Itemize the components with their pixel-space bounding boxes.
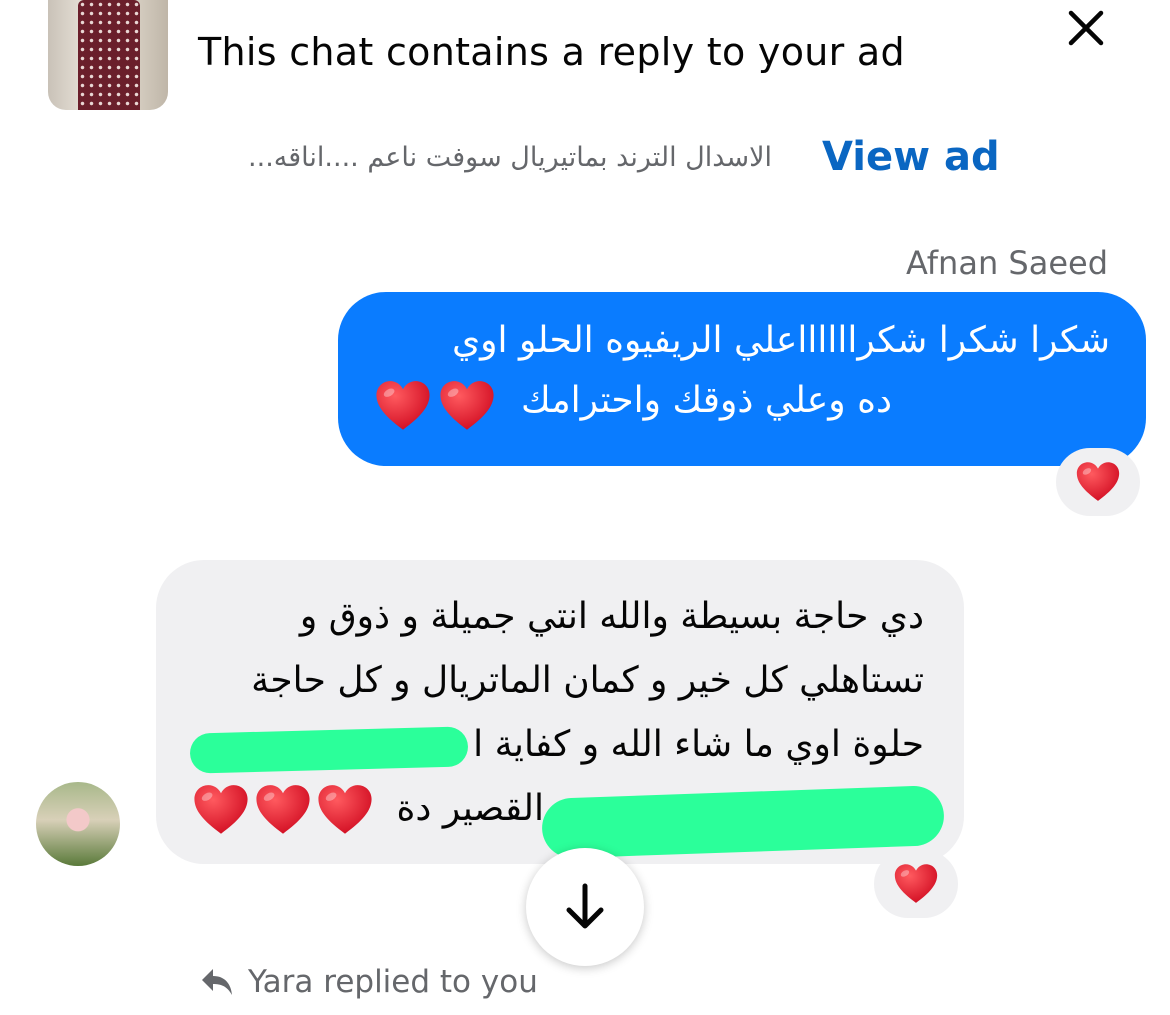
hearts-row: [192, 784, 374, 836]
hearts-row: [374, 380, 496, 432]
close-button[interactable]: [1062, 6, 1110, 50]
reply-icon: [202, 969, 232, 995]
heart-icon: [374, 380, 432, 432]
message-line: ده وعلي ذوقك واحترامك: [521, 380, 892, 421]
ad-description: الاسدال الترند بماتيريال سوفت ناعم ....ا…: [248, 142, 772, 173]
view-ad-link[interactable]: View ad: [822, 134, 1000, 180]
heart-icon: [316, 784, 374, 836]
avatar[interactable]: [36, 782, 120, 866]
message-line: حلوة اوي ما شاء الله و كفاية ا: [473, 724, 924, 765]
heart-icon: [893, 863, 939, 905]
arrow-down-icon: [566, 883, 604, 929]
scroll-to-bottom-button[interactable]: [526, 848, 644, 966]
outgoing-message-bubble[interactable]: شكرا شكرا شكرااااااعلي الريفيوه الحلو او…: [338, 292, 1146, 466]
message-line: تستاهلي كل خير و كمان الماتريال و كل حاج…: [251, 660, 924, 701]
message-line: دي حاجة بسيطة والله انتي جميلة و ذوق و: [299, 596, 924, 637]
ad-thumbnail[interactable]: [48, 0, 168, 110]
redaction-mark: [189, 726, 469, 774]
ad-banner-title: This chat contains a reply to your ad: [198, 30, 905, 74]
heart-icon: [1075, 461, 1121, 503]
dress-image: [78, 0, 140, 110]
message-reaction[interactable]: [874, 850, 958, 918]
reply-indicator-text: Yara replied to you: [248, 964, 538, 1000]
redaction-mark: [541, 785, 945, 859]
incoming-message-bubble[interactable]: دي حاجة بسيطة والله انتي جميلة و ذوق و ت…: [156, 560, 964, 864]
heart-icon: [438, 380, 496, 432]
message-line: شكرا شكرا شكرااااااعلي الريفيوه الحلو او…: [451, 320, 1110, 361]
message-line: القصير دة: [396, 788, 544, 829]
close-icon: [1068, 10, 1104, 46]
message-reaction[interactable]: [1056, 448, 1140, 516]
heart-icon: [254, 784, 312, 836]
reply-indicator: Yara replied to you: [200, 964, 538, 1000]
heart-icon: [192, 784, 250, 836]
sender-name: Afnan Saeed: [906, 244, 1108, 282]
